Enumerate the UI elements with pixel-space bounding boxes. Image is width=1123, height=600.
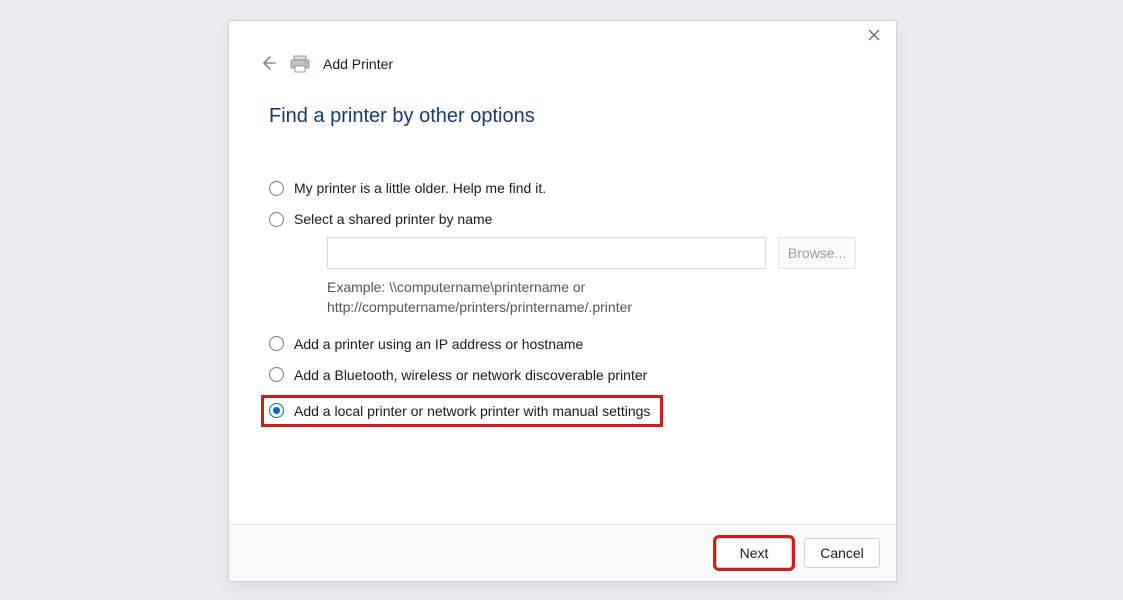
cancel-button[interactable]: Cancel (804, 538, 880, 568)
example-text: Example: \\computername\printername or h… (327, 277, 767, 318)
example-line-2: http://computername/printers/printername… (327, 299, 632, 315)
option-label: Select a shared printer by name (294, 211, 492, 227)
radio-icon (269, 367, 284, 382)
close-button[interactable] (852, 21, 896, 51)
close-icon (868, 28, 880, 44)
option-label: My printer is a little older. Help me fi… (294, 180, 546, 196)
titlebar (229, 21, 896, 55)
option-older-printer[interactable]: My printer is a little older. Help me fi… (269, 180, 856, 196)
option-bluetooth-wireless[interactable]: Add a Bluetooth, wireless or network dis… (269, 367, 856, 383)
option-label: Add a printer using an IP address or hos… (294, 336, 583, 352)
dialog-title: Add Printer (323, 56, 393, 72)
options-group: My printer is a little older. Help me fi… (269, 180, 856, 437)
option-shared-printer[interactable]: Select a shared printer by name (269, 211, 856, 227)
option-ip-address[interactable]: Add a printer using an IP address or hos… (269, 336, 856, 352)
shared-printer-details: Browse... Example: \\computername\printe… (327, 237, 856, 318)
dialog-header: Add Printer (229, 55, 896, 73)
option-local-printer[interactable]: Add a local printer or network printer w… (261, 395, 663, 427)
example-line-1: Example: \\computername\printername or (327, 279, 585, 295)
radio-icon (269, 181, 284, 196)
next-button[interactable]: Next (716, 538, 792, 568)
page-heading: Find a printer by other options (269, 105, 856, 128)
option-label: Add a local printer or network printer w… (294, 403, 650, 419)
option-label: Add a Bluetooth, wireless or network dis… (294, 367, 647, 383)
radio-icon (269, 403, 284, 418)
back-arrow-icon (259, 54, 277, 75)
back-button[interactable] (259, 55, 277, 73)
dialog-footer: Next Cancel (229, 524, 896, 581)
add-printer-dialog: Add Printer Find a printer by other opti… (228, 20, 897, 582)
printer-icon (289, 55, 311, 73)
radio-icon (269, 336, 284, 351)
shared-printer-path-input[interactable] (327, 237, 766, 269)
browse-button: Browse... (778, 237, 856, 269)
radio-icon (269, 212, 284, 227)
